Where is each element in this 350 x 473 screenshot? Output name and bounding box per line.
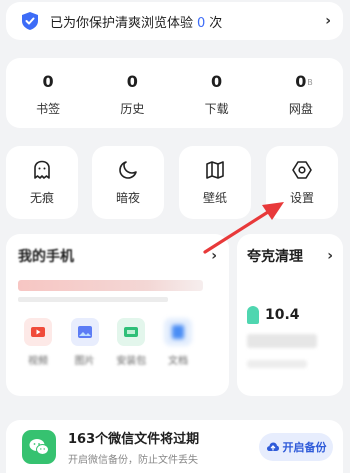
quark-clean-card[interactable]: 夸克清理 › 10.4 — [237, 234, 343, 396]
my-phone-title: 我的手机 — [18, 249, 74, 265]
settings-icon — [292, 161, 312, 179]
video-icon — [24, 318, 52, 346]
stat-value: 0 — [126, 72, 138, 91]
tool-incognito[interactable]: 无痕 — [6, 146, 78, 219]
clean-size: 10.4 — [247, 306, 333, 324]
moon-icon — [119, 161, 137, 179]
phone-category-list: 视频 图片 安装包 文档 — [18, 318, 198, 367]
stats-panel: 0 书签 0 历史 0 下载 0B 网盘 — [6, 58, 343, 128]
stat-cloud-drive[interactable]: 0B 网盘 — [259, 58, 343, 128]
tool-label: 壁纸 — [202, 191, 227, 205]
backup-title: 163个微信文件将过期 — [68, 431, 200, 447]
wechat-icon — [22, 429, 56, 464]
chevron-right-icon: › — [325, 13, 331, 29]
shield-icon — [22, 12, 38, 30]
stat-bookmarks[interactable]: 0 书签 — [6, 58, 90, 128]
enable-backup-button[interactable]: 开启备份 — [259, 432, 333, 461]
protection-count: 0 — [197, 15, 206, 31]
package-icon — [117, 318, 146, 346]
tool-label: 设置 — [289, 191, 314, 205]
category-images[interactable]: 图片 — [65, 318, 105, 367]
storage-bar-secondary — [18, 297, 168, 302]
storage-bar — [18, 280, 203, 291]
stat-label: 网盘 — [288, 102, 313, 116]
map-icon — [206, 161, 224, 179]
category-label: 文档 — [167, 356, 188, 367]
my-phone-header: 我的手机 › — [18, 246, 217, 266]
protection-text-after: 次 — [209, 15, 223, 31]
stat-value-number: 0 — [295, 72, 307, 91]
stat-label: 下载 — [204, 102, 229, 116]
document-icon — [163, 318, 192, 346]
redacted-block — [247, 360, 307, 368]
stat-label: 书签 — [36, 102, 61, 116]
category-label: 安装包 — [116, 356, 147, 367]
cloud-upload-icon — [266, 442, 279, 451]
category-packages[interactable]: 安装包 — [111, 318, 151, 367]
category-documents[interactable]: 文档 — [158, 318, 198, 367]
ghost-icon — [34, 160, 50, 179]
stat-value: 0 — [211, 72, 223, 91]
tool-settings[interactable]: 设置 — [266, 146, 338, 219]
backup-texts: 163个微信文件将过期 开启微信备份，防止文件丢失 — [68, 428, 259, 466]
my-phone-card[interactable]: 我的手机 › 视频 图片 安装包 文档 — [6, 234, 229, 396]
tool-label: 无痕 — [29, 191, 54, 205]
tool-label: 暗夜 — [115, 191, 140, 205]
enable-backup-label: 开启备份 — [282, 440, 327, 454]
stat-value: 0 — [42, 72, 54, 91]
stat-history[interactable]: 0 历史 — [90, 58, 174, 128]
category-label: 视频 — [28, 356, 48, 367]
category-videos[interactable]: 视频 — [18, 318, 58, 367]
clean-size-value: 10.4 — [265, 307, 300, 323]
tool-wallpaper[interactable]: 壁纸 — [179, 146, 251, 219]
chevron-right-icon: › — [211, 248, 217, 264]
protection-text-before: 已为你保护清爽浏览体验 — [50, 15, 194, 31]
category-label: 图片 — [74, 356, 95, 367]
stat-value: 0B — [295, 72, 313, 94]
quark-clean-header: 夸克清理 › — [247, 246, 333, 266]
tool-night-mode[interactable]: 暗夜 — [92, 146, 164, 219]
wechat-backup-card[interactable]: 163个微信文件将过期 开启微信备份，防止文件丢失 开启备份 — [6, 420, 343, 473]
chevron-right-icon: › — [327, 248, 333, 264]
protection-banner[interactable]: 已为你保护清爽浏览体验 0 次 › — [6, 2, 343, 40]
stat-label: 历史 — [120, 102, 145, 116]
quark-clean-title: 夸克清理 — [247, 249, 303, 265]
stat-downloads[interactable]: 0 下载 — [175, 58, 259, 128]
unit-suffix: B — [307, 78, 313, 87]
backup-subtitle: 开启微信备份，防止文件丢失 — [68, 454, 198, 466]
protection-text: 已为你保护清爽浏览体验 0 次 — [50, 12, 325, 31]
redacted-block — [247, 334, 317, 348]
image-icon — [70, 318, 99, 346]
storage-indicator-icon — [247, 306, 259, 324]
